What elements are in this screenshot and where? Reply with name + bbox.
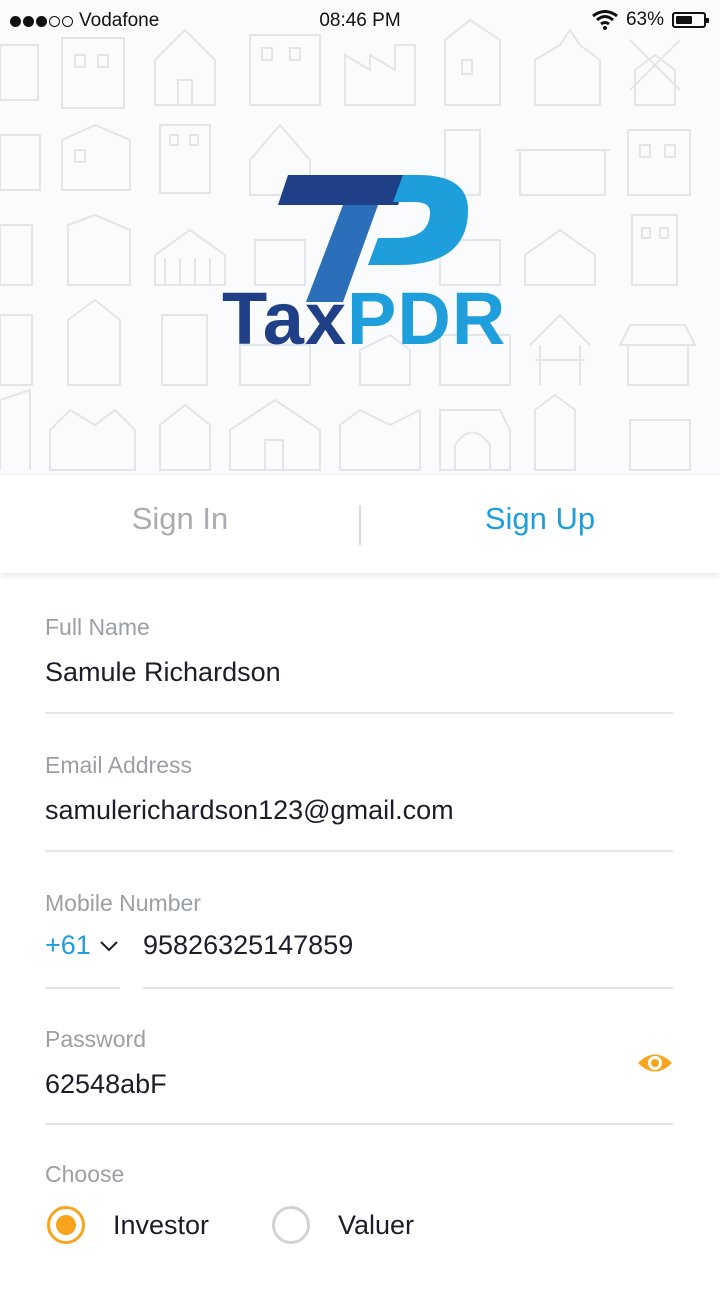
wifi-icon (592, 10, 618, 30)
mobile-underline (143, 987, 673, 989)
email-underline (45, 850, 673, 852)
password-label: Password (45, 1026, 146, 1052)
tab-sign-in[interactable]: Sign In (0, 501, 360, 537)
radio-option-investor[interactable]: Investor (47, 1206, 209, 1244)
eye-icon[interactable] (636, 1050, 674, 1076)
country-code-underline (45, 987, 120, 989)
radio-valuer-label: Valuer (338, 1209, 415, 1240)
email-label: Email Address (45, 752, 193, 778)
chevron-down-icon (100, 940, 118, 951)
auth-tabs: Sign In Sign Up (0, 474, 720, 573)
status-bar: Vodafone 08:46 PM 63% (0, 0, 720, 44)
brand-pdr: PDR (347, 277, 507, 360)
radio-investor-label: Investor (113, 1209, 210, 1240)
choose-label: Choose (45, 1161, 125, 1187)
tab-sign-up[interactable]: Sign Up (360, 501, 720, 537)
mobile-label-wrap: Mobile Number (45, 890, 201, 917)
country-code: +61 (45, 930, 91, 960)
radio-valuer[interactable] (272, 1206, 310, 1244)
battery-icon (672, 12, 709, 28)
choose-label-wrap: Choose (45, 1161, 124, 1188)
full-name-label: Full Name (45, 614, 150, 640)
full-name-input[interactable]: Samule Richardson (45, 657, 281, 688)
password-underline (45, 1123, 673, 1125)
mobile-input[interactable]: 95826325147859 (143, 930, 353, 961)
header-background: Vodafone 08:46 PM 63% TaxPDR (0, 0, 720, 474)
brand-wordmark: TaxPDR (222, 276, 506, 361)
email-field[interactable]: Email Address samulerichardson123@gmail.… (45, 752, 454, 826)
password-input[interactable]: 62548abF (45, 1069, 167, 1100)
radio-option-valuer[interactable]: Valuer (272, 1206, 414, 1244)
email-input[interactable]: samulerichardson123@gmail.com (45, 795, 454, 826)
full-name-underline (45, 712, 673, 714)
mobile-label: Mobile Number (45, 890, 201, 916)
password-field[interactable]: Password 62548abF (45, 1026, 167, 1100)
radio-investor[interactable] (47, 1206, 85, 1244)
country-code-select[interactable]: +61 (45, 930, 119, 961)
brand-tax: Tax (222, 277, 348, 360)
full-name-field[interactable]: Full Name Samule Richardson (45, 614, 281, 688)
battery-percent: 63% (625, 9, 664, 30)
